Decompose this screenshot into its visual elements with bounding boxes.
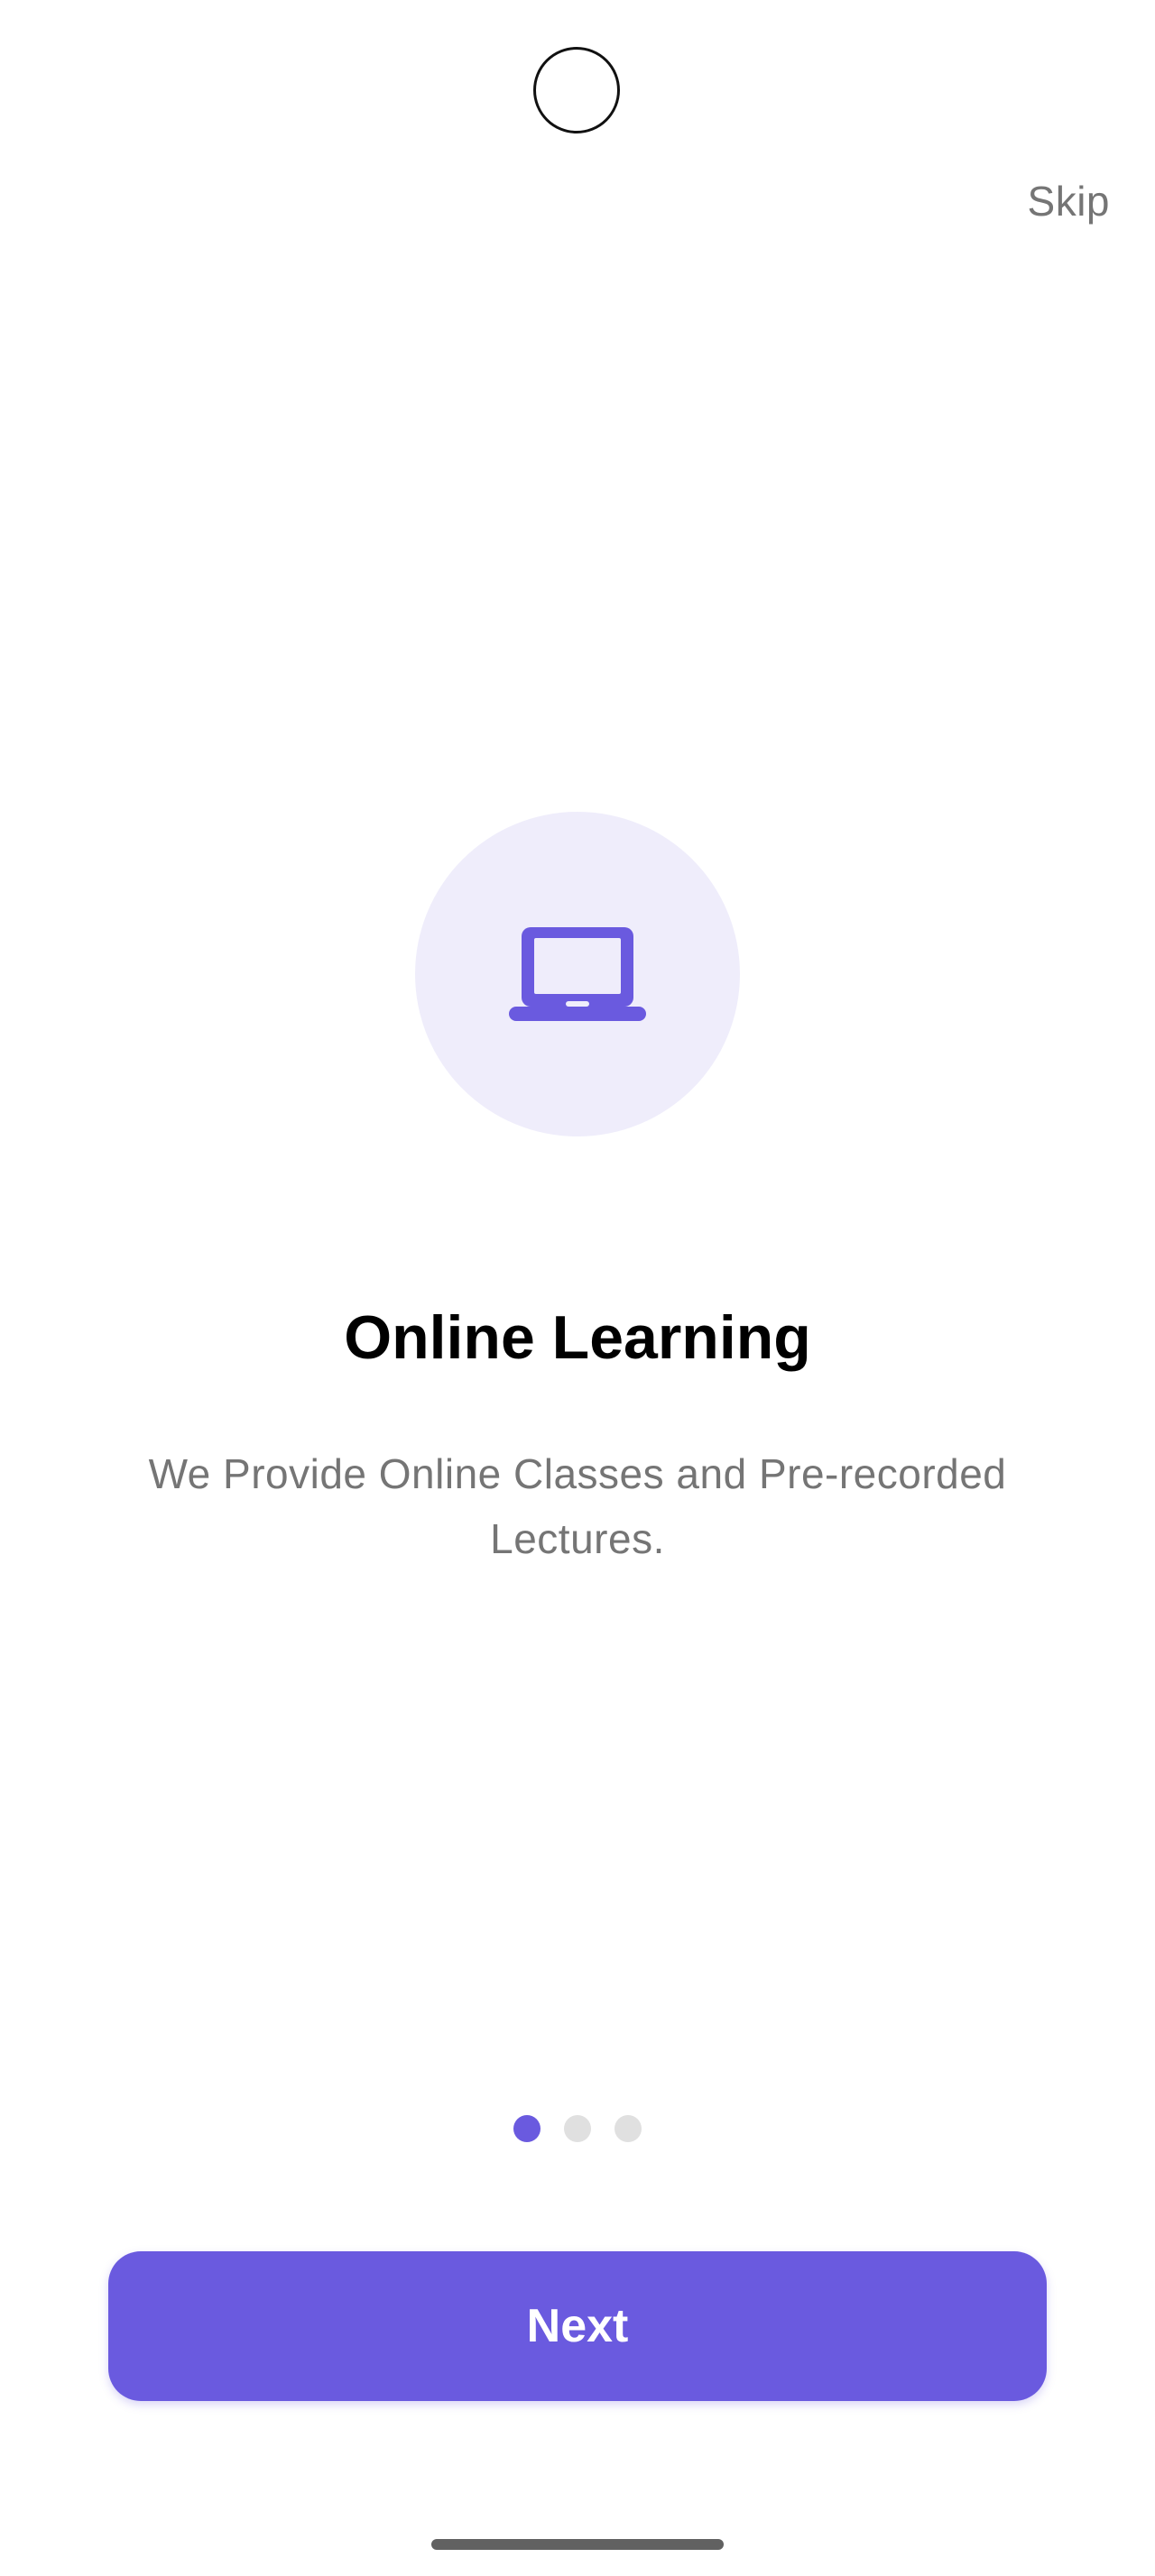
- onboarding-screen: Skip Online Learning We Provide Online C…: [0, 0, 1155, 2576]
- page-dot-1: [513, 2115, 541, 2142]
- camera-cutout: [533, 47, 620, 133]
- laptop-icon: [509, 927, 646, 1021]
- page-description: We Provide Online Classes and Pre-record…: [148, 1450, 1007, 1562]
- page-indicator: [0, 2115, 1155, 2142]
- page-dot-3: [614, 2115, 642, 2142]
- skip-button[interactable]: Skip: [1028, 177, 1110, 225]
- page-title: Online Learning: [344, 1303, 811, 1372]
- page-dot-2: [564, 2115, 591, 2142]
- next-button[interactable]: Next: [108, 2251, 1047, 2401]
- illustration-circle: [415, 812, 740, 1136]
- home-indicator[interactable]: [431, 2539, 724, 2550]
